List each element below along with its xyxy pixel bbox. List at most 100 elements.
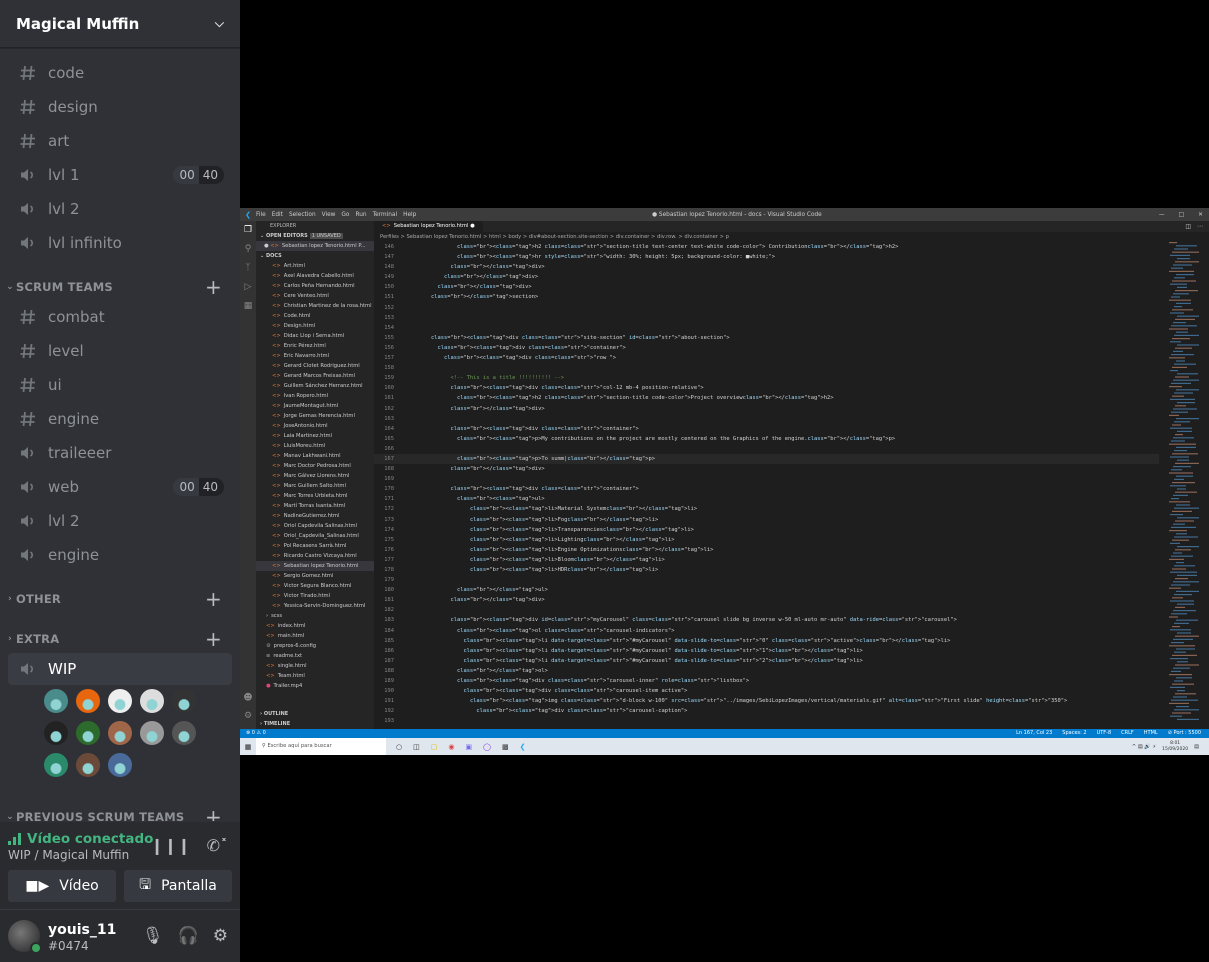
member-avatar[interactable] <box>76 689 100 713</box>
tray-icons[interactable]: ^ ▤ 🔊 ⚡ <box>1132 744 1156 750</box>
code-line[interactable]: 158 <box>374 363 1159 373</box>
file-item[interactable]: <> Marc Gálvez Llorens.html <box>256 471 374 481</box>
username[interactable]: youis_11 <box>48 922 116 938</box>
file-item[interactable]: <> Ricardo Castro Vizcaya.html <box>256 551 374 561</box>
text-channel-design[interactable]: design <box>8 91 232 123</box>
voice-channel-lvl-2[interactable]: lvl 2 <box>8 505 232 537</box>
status-item[interactable]: HTML <box>1144 729 1158 738</box>
code-line[interactable]: 172 class="br"><class="tag">li>Material … <box>374 504 1159 514</box>
text-channel-engine[interactable]: engine <box>8 403 232 435</box>
code-line[interactable]: 191 class="br"><class="tag">img class=cl… <box>374 696 1159 706</box>
code-line[interactable]: 176 class="br"><class="tag">li>Engine Op… <box>374 545 1159 555</box>
code-line[interactable]: 169 <box>374 474 1159 484</box>
app-icon[interactable]: ▣ <box>465 743 472 751</box>
menu-go[interactable]: Go <box>341 212 349 218</box>
menu-terminal[interactable]: Terminal <box>373 212 398 218</box>
file-item[interactable]: <> Team.html <box>256 671 374 681</box>
code-line[interactable]: 147 class="br"><class="tag">hr style=cla… <box>374 252 1159 262</box>
file-item[interactable]: <> Victor Segura Blanco.html <box>256 581 374 591</box>
problems-indicator[interactable]: ⊗ 0 ⚠ 0 <box>240 729 266 738</box>
code-line[interactable]: 170 class="br"><class="tag">div class=cl… <box>374 484 1159 494</box>
member-avatar[interactable] <box>172 721 196 745</box>
text-channel-ui[interactable]: ui <box>8 369 232 401</box>
code-line[interactable]: 175 class="br"><class="tag">li>Lightingc… <box>374 535 1159 545</box>
file-item[interactable]: <> index.html <box>256 621 374 631</box>
code-line[interactable]: 168 class="br"></class="tag">div> <box>374 464 1159 474</box>
files-icon[interactable]: ❐ <box>244 225 252 235</box>
file-item[interactable]: <> Design.html <box>256 321 374 331</box>
menu-help[interactable]: Help <box>403 212 416 218</box>
code-line[interactable]: 190 class="br"><class="tag">div class=cl… <box>374 686 1159 696</box>
timeline-section[interactable]: › TIMELINE <box>256 719 374 729</box>
file-item[interactable]: ≡ readme.txt <box>256 651 374 661</box>
code-line[interactable]: 156 class="br"><class="tag">div class=cl… <box>374 343 1159 353</box>
status-item[interactable]: Spaces: 2 <box>1062 729 1086 738</box>
code-line[interactable]: 180 class="br"></class="tag">ul> <box>374 585 1159 595</box>
run-debug-icon[interactable]: ▷ <box>245 282 252 292</box>
member-avatar[interactable] <box>108 753 132 777</box>
text-channel-combat[interactable]: combat <box>8 301 232 333</box>
member-avatar[interactable] <box>140 689 164 713</box>
file-item[interactable]: <> Enric Pérez.html <box>256 341 374 351</box>
source-control-icon[interactable]: ᛉ <box>245 263 250 273</box>
gear-icon[interactable]: ⚙ <box>213 926 228 946</box>
chevron-down-icon[interactable]: ⌵ <box>215 16 224 31</box>
docs-folder[interactable]: ⌄ DOCS <box>256 251 374 261</box>
member-avatar[interactable] <box>44 753 68 777</box>
add-channel-icon[interactable]: + <box>205 275 222 299</box>
file-item[interactable]: <> Christian Martinez de la rosa.html <box>256 301 374 311</box>
minimap[interactable] <box>1165 242 1199 729</box>
file-item[interactable]: <> Oriol Capdevila Salinas.html <box>256 521 374 531</box>
windows-start-icon[interactable]: ▦ <box>240 743 256 751</box>
file-explorer-icon[interactable]: ▢ <box>431 743 438 751</box>
notifications-icon[interactable]: ▤ <box>1194 744 1199 750</box>
code-line[interactable]: 187 class="br"><class="tag">li data-targ… <box>374 656 1159 666</box>
code-line[interactable]: 167 class="br"><class="tag">p>To summ|cl… <box>374 453 1159 465</box>
minimize-icon[interactable]: — <box>1159 212 1165 218</box>
code-line[interactable]: 174 class="br"><class="tag">li>Transpare… <box>374 525 1159 535</box>
status-item[interactable]: ⊘ Port : 5500 <box>1168 729 1201 738</box>
code-line[interactable]: 181 class="br"></class="tag">div> <box>374 595 1159 605</box>
file-item[interactable]: <> Marc Guillem Salto.html <box>256 481 374 491</box>
add-channel-icon[interactable]: + <box>205 805 222 821</box>
file-item[interactable]: <> Victor Tirado.html <box>256 591 374 601</box>
file-item[interactable]: ⚙ prepros-6.config <box>256 641 374 651</box>
code-line[interactable]: 148 class="br"></class="tag">div> <box>374 262 1159 272</box>
file-item[interactable]: <> Gerard Clotet Rodriguez.html <box>256 361 374 371</box>
voice-channel-web[interactable]: web 00 40 <box>8 471 232 503</box>
file-item[interactable]: <> Manav Lakhwani.html <box>256 451 374 461</box>
file-item[interactable]: <> LluisMoreu.html <box>256 441 374 451</box>
add-channel-icon[interactable]: + <box>205 587 222 611</box>
code-line[interactable]: 184 class="br"><class="tag">ol class=cla… <box>374 626 1159 636</box>
code-line[interactable]: 154 <box>374 323 1159 333</box>
voice-channel-lvl-1[interactable]: lvl 1 00 40 <box>8 159 232 191</box>
code-line[interactable]: 186 class="br"><class="tag">li data-targ… <box>374 646 1159 656</box>
maximize-icon[interactable]: □ <box>1179 212 1184 218</box>
code-line[interactable]: 161 class="br"><class="tag">h2 class=cla… <box>374 393 1159 403</box>
server-header[interactable]: Magical Muffin ⌵ <box>0 0 240 48</box>
code-line[interactable]: 152 <box>374 303 1159 313</box>
file-item[interactable]: <> Sergio Gomez.html <box>256 571 374 581</box>
file-item[interactable]: <> Marc Doctor Pedrosa.html <box>256 461 374 471</box>
code-line[interactable]: 188 class="br"></class="tag">ol> <box>374 666 1159 676</box>
code-line[interactable]: 165 class="br"><class="tag">p>My contrib… <box>374 434 1159 444</box>
code-line[interactable]: 153 <box>374 313 1159 323</box>
file-item[interactable]: <> Carlos Peña Hernando.html <box>256 281 374 291</box>
menu-run[interactable]: Run <box>355 212 366 218</box>
category-other[interactable]: › OTHER + <box>0 587 240 611</box>
voice-channel-lvl-2[interactable]: lvl 2 <box>8 193 232 225</box>
code-area[interactable]: 146 class="br"><class="tag">h2 class=cla… <box>374 242 1159 755</box>
file-item[interactable]: <> Marc Torres Urbieta.html <box>256 491 374 501</box>
headphones-icon[interactable]: 🎧 <box>178 926 199 946</box>
screen-share-button[interactable]: 🖫 Pantalla <box>124 870 232 902</box>
search-icon[interactable]: ⚲ <box>245 244 252 254</box>
taskbar-search[interactable]: ⚲ Escribe aquí para buscar <box>256 738 386 755</box>
vscode-taskbar-icon[interactable]: ❮ <box>520 743 526 751</box>
code-line[interactable]: 177 class="br"><class="tag">li>Bloomclas… <box>374 555 1159 565</box>
code-line[interactable]: 164 class="br"><class="tag">div class=cl… <box>374 424 1159 434</box>
voice-channel-wip[interactable]: WIP <box>8 653 232 685</box>
voice-location[interactable]: WIP / Magical Muffin <box>8 848 129 862</box>
file-item[interactable]: <> Didac Llop i Serna.html <box>256 331 374 341</box>
file-item[interactable]: ● Trailer.mp4 <box>256 681 374 691</box>
code-line[interactable]: 189 class="br"><class="tag">div class=cl… <box>374 676 1159 686</box>
